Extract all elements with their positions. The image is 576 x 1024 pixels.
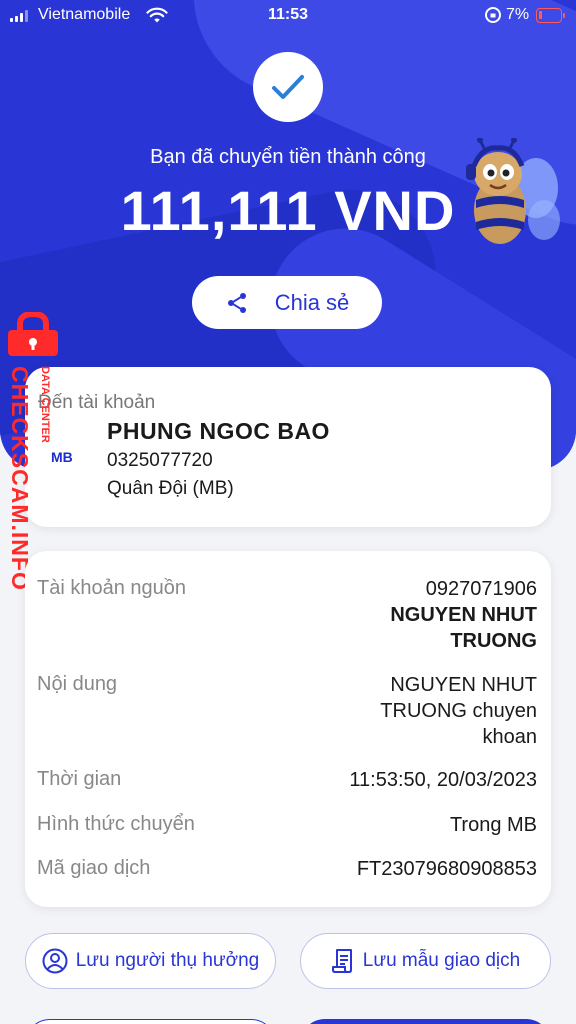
recipient-account: 0325077720 [107,450,213,471]
save-beneficiary-label: Lưu người thụ hưởng [75,950,260,971]
share-button[interactable]: Chia sẻ [192,276,382,329]
method-label: Hình thức chuyển [37,813,195,835]
transaction-details-card: Tài khoản nguồn 0927071906 NGUYEN NHUT T… [25,551,551,907]
source-account-name: TRUONG [450,630,537,652]
watermark-subtext: DATA CENTER [39,366,51,443]
share-icon [227,292,246,313]
source-account-number: 0927071906 [425,578,537,600]
mb-bank-logo: MB [51,449,73,465]
content-label: Nội dung [37,673,118,695]
battery-icon [536,8,565,23]
save-template-button[interactable]: Lưu mẫu giao dịch [300,933,551,989]
recipient-bank: Quân Đội (MB) [107,478,234,499]
check-icon [272,75,304,99]
rotation-lock-icon [485,7,501,23]
content-value: NGUYEN NHUT [390,674,537,696]
method-value: Trong MB [449,814,537,836]
battery-percentage: 7% [506,6,530,23]
transaction-id-label: Mã giao dịch [37,857,151,879]
content-value: TRUONG chuyen [380,700,537,722]
recipient-card: Đến tài khoản MB PHUNG NGOC BAO 03250777… [25,367,551,527]
source-account-name: NGUYEN NHUT [390,604,537,626]
share-label: Chia sẻ [274,289,350,315]
time-value: 11:53:50, 20/03/2023 [349,769,537,791]
source-account-label: Tài khoản nguồn [37,577,187,599]
watermark-text: CHECKSCAM.INFO [7,366,33,591]
status-bar: Vietnamobile 11:53 7% [0,0,576,32]
user-circle-icon [42,948,68,974]
time-label: Thời gian [37,768,122,790]
success-check [253,52,323,122]
transaction-id-value: FT23079680908853 [356,858,537,880]
document-icon [331,949,352,973]
bee-mascot-icon [466,138,560,244]
recipient-label: Đến tài khoản [38,392,156,413]
save-template-label: Lưu mẫu giao dịch [362,950,521,971]
watermark-lock-icon [8,312,58,356]
save-beneficiary-button[interactable]: Lưu người thụ hưởng [25,933,276,989]
recipient-name: PHUNG NGOC BAO [107,418,330,444]
primary-action-button[interactable] [300,1019,551,1024]
content-value: khoan [482,726,538,748]
secondary-action-button[interactable] [25,1019,276,1024]
